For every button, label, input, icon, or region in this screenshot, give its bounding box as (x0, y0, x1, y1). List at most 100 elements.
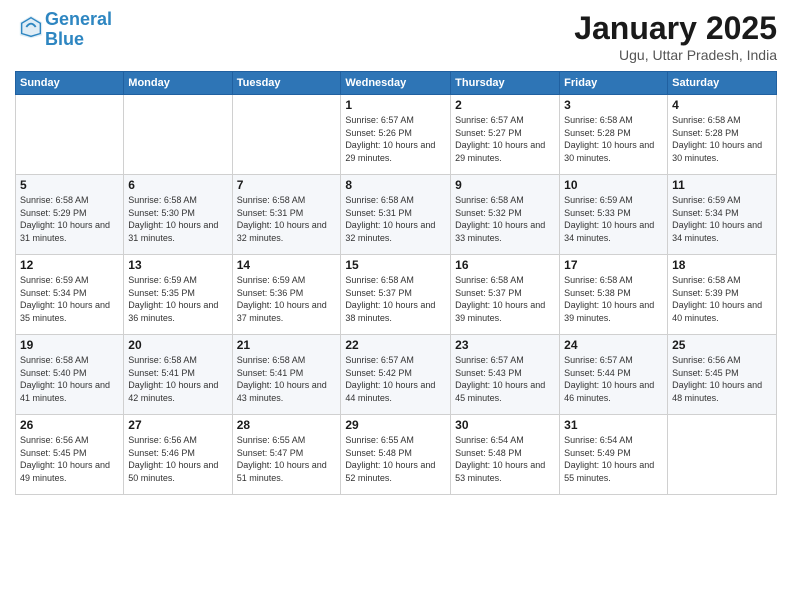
day-info: Sunrise: 6:58 AMSunset: 5:38 PMDaylight:… (564, 274, 663, 324)
day-info: Sunrise: 6:59 AMSunset: 5:33 PMDaylight:… (564, 194, 663, 244)
day-number: 26 (20, 418, 119, 432)
day-number: 4 (672, 98, 772, 112)
day-number: 10 (564, 178, 663, 192)
day-number: 18 (672, 258, 772, 272)
day-info: Sunrise: 6:59 AMSunset: 5:36 PMDaylight:… (237, 274, 337, 324)
day-info: Sunrise: 6:59 AMSunset: 5:35 PMDaylight:… (128, 274, 227, 324)
week-row-5: 26 Sunrise: 6:56 AMSunset: 5:45 PMDayligh… (16, 415, 777, 495)
day-info: Sunrise: 6:59 AMSunset: 5:34 PMDaylight:… (20, 274, 119, 324)
calendar-cell: 15Sunrise: 6:58 AMSunset: 5:37 PMDayligh… (341, 255, 451, 335)
logo-icon (17, 13, 45, 41)
day-number: 16 (455, 258, 555, 272)
day-number: 3 (564, 98, 663, 112)
calendar-page: General Blue January 2025 Ugu, Uttar Pra… (0, 0, 792, 612)
day-number: 25 (672, 338, 772, 352)
calendar-cell: 1 Sunrise: 6:57 AMSunset: 5:26 PMDaylight… (341, 95, 451, 175)
weekday-header-wednesday: Wednesday (341, 72, 451, 95)
day-info: Sunrise: 6:57 AMSunset: 5:26 PMDaylight:… (345, 114, 446, 164)
day-info: Sunrise: 6:58 AMSunset: 5:31 PMDaylight:… (345, 194, 446, 244)
week-row-4: 19 Sunrise: 6:58 AMSunset: 5:40 PMDayligh… (16, 335, 777, 415)
calendar-cell: 11 Sunrise: 6:59 AMSunset: 5:34 PMDayligh… (668, 175, 777, 255)
calendar-cell: 21Sunrise: 6:58 AMSunset: 5:41 PMDayligh… (232, 335, 341, 415)
day-number: 1 (345, 98, 446, 112)
calendar-cell: 10 Sunrise: 6:59 AMSunset: 5:33 PMDayligh… (560, 175, 668, 255)
calendar-cell: 8 Sunrise: 6:58 AMSunset: 5:31 PMDaylight… (341, 175, 451, 255)
day-info: Sunrise: 6:58 AMSunset: 5:40 PMDaylight:… (20, 354, 119, 404)
day-number: 19 (20, 338, 119, 352)
day-number: 31 (564, 418, 663, 432)
month-title: January 2025 (574, 10, 777, 47)
day-info: Sunrise: 6:57 AMSunset: 5:27 PMDaylight:… (455, 114, 555, 164)
day-number: 11 (672, 178, 772, 192)
calendar-cell: 22Sunrise: 6:57 AMSunset: 5:42 PMDayligh… (341, 335, 451, 415)
day-number: 20 (128, 338, 227, 352)
calendar-cell: 6 Sunrise: 6:58 AMSunset: 5:30 PMDaylight… (124, 175, 232, 255)
weekday-header-row: SundayMondayTuesdayWednesdayThursdayFrid… (16, 72, 777, 95)
day-number: 14 (237, 258, 337, 272)
day-info: Sunrise: 6:58 AMSunset: 5:31 PMDaylight:… (237, 194, 337, 244)
calendar-cell: 20Sunrise: 6:58 AMSunset: 5:41 PMDayligh… (124, 335, 232, 415)
weekday-header-thursday: Thursday (451, 72, 560, 95)
day-number: 13 (128, 258, 227, 272)
calendar-cell (16, 95, 124, 175)
day-info: Sunrise: 6:56 AMSunset: 5:46 PMDaylight:… (128, 434, 227, 484)
calendar-cell: 7 Sunrise: 6:58 AMSunset: 5:31 PMDaylight… (232, 175, 341, 255)
calendar-cell: 2Sunrise: 6:57 AMSunset: 5:27 PMDaylight… (451, 95, 560, 175)
calendar-cell (124, 95, 232, 175)
calendar-cell: 14 Sunrise: 6:59 AMSunset: 5:36 PMDayligh… (232, 255, 341, 335)
day-info: Sunrise: 6:56 AMSunset: 5:45 PMDaylight:… (672, 354, 772, 404)
calendar-cell: 17 Sunrise: 6:58 AMSunset: 5:38 PMDayligh… (560, 255, 668, 335)
calendar-cell: 18 Sunrise: 6:58 AMSunset: 5:39 PMDayligh… (668, 255, 777, 335)
calendar-cell: 3 Sunrise: 6:58 AMSunset: 5:28 PMDaylight… (560, 95, 668, 175)
day-info: Sunrise: 6:58 AMSunset: 5:30 PMDaylight:… (128, 194, 227, 244)
day-number: 6 (128, 178, 227, 192)
calendar-cell: 30 Sunrise: 6:54 AMSunset: 5:48 PMDayligh… (451, 415, 560, 495)
day-info: Sunrise: 6:57 AMSunset: 5:44 PMDaylight:… (564, 354, 663, 404)
day-info: Sunrise: 6:57 AMSunset: 5:42 PMDaylight:… (345, 354, 446, 404)
calendar-cell: 13 Sunrise: 6:59 AMSunset: 5:35 PMDayligh… (124, 255, 232, 335)
day-number: 8 (345, 178, 446, 192)
day-info: Sunrise: 6:54 AMSunset: 5:49 PMDaylight:… (564, 434, 663, 484)
calendar-cell (232, 95, 341, 175)
day-info: Sunrise: 6:55 AMSunset: 5:47 PMDaylight:… (237, 434, 337, 484)
logo-line2: Blue (45, 29, 84, 49)
calendar-cell: 29Sunrise: 6:55 AMSunset: 5:48 PMDayligh… (341, 415, 451, 495)
day-info: Sunrise: 6:58 AMSunset: 5:28 PMDaylight:… (564, 114, 663, 164)
calendar-cell: 25 Sunrise: 6:56 AMSunset: 5:45 PMDayligh… (668, 335, 777, 415)
day-info: Sunrise: 6:59 AMSunset: 5:34 PMDaylight:… (672, 194, 772, 244)
day-info: Sunrise: 6:58 AMSunset: 5:32 PMDaylight:… (455, 194, 555, 244)
weekday-header-tuesday: Tuesday (232, 72, 341, 95)
title-block: January 2025 Ugu, Uttar Pradesh, India (574, 10, 777, 63)
calendar-cell: 19 Sunrise: 6:58 AMSunset: 5:40 PMDayligh… (16, 335, 124, 415)
day-number: 27 (128, 418, 227, 432)
weekday-header-sunday: Sunday (16, 72, 124, 95)
calendar-cell: 28 Sunrise: 6:55 AMSunset: 5:47 PMDayligh… (232, 415, 341, 495)
day-number: 9 (455, 178, 555, 192)
logo: General Blue (15, 10, 112, 50)
header: General Blue January 2025 Ugu, Uttar Pra… (15, 10, 777, 63)
location: Ugu, Uttar Pradesh, India (574, 47, 777, 63)
day-info: Sunrise: 6:58 AMSunset: 5:41 PMDaylight:… (237, 354, 337, 404)
day-info: Sunrise: 6:58 AMSunset: 5:28 PMDaylight:… (672, 114, 772, 164)
calendar-cell: 9 Sunrise: 6:58 AMSunset: 5:32 PMDaylight… (451, 175, 560, 255)
day-number: 17 (564, 258, 663, 272)
day-info: Sunrise: 6:54 AMSunset: 5:48 PMDaylight:… (455, 434, 555, 484)
day-number: 7 (237, 178, 337, 192)
calendar-cell: 24 Sunrise: 6:57 AMSunset: 5:44 PMDayligh… (560, 335, 668, 415)
calendar-cell: 16Sunrise: 6:58 AMSunset: 5:37 PMDayligh… (451, 255, 560, 335)
calendar-table: SundayMondayTuesdayWednesdayThursdayFrid… (15, 71, 777, 495)
day-number: 15 (345, 258, 446, 272)
calendar-cell: 31 Sunrise: 6:54 AMSunset: 5:49 PMDayligh… (560, 415, 668, 495)
day-info: Sunrise: 6:58 AMSunset: 5:39 PMDaylight:… (672, 274, 772, 324)
day-number: 28 (237, 418, 337, 432)
day-number: 12 (20, 258, 119, 272)
week-row-2: 5Sunrise: 6:58 AMSunset: 5:29 PMDaylight… (16, 175, 777, 255)
day-number: 30 (455, 418, 555, 432)
day-number: 24 (564, 338, 663, 352)
week-row-1: 1 Sunrise: 6:57 AMSunset: 5:26 PMDaylight… (16, 95, 777, 175)
day-info: Sunrise: 6:56 AMSunset: 5:45 PMDaylight:… (20, 434, 119, 484)
week-row-3: 12 Sunrise: 6:59 AMSunset: 5:34 PMDayligh… (16, 255, 777, 335)
weekday-header-friday: Friday (560, 72, 668, 95)
day-number: 23 (455, 338, 555, 352)
day-info: Sunrise: 6:58 AMSunset: 5:29 PMDaylight:… (20, 194, 119, 244)
